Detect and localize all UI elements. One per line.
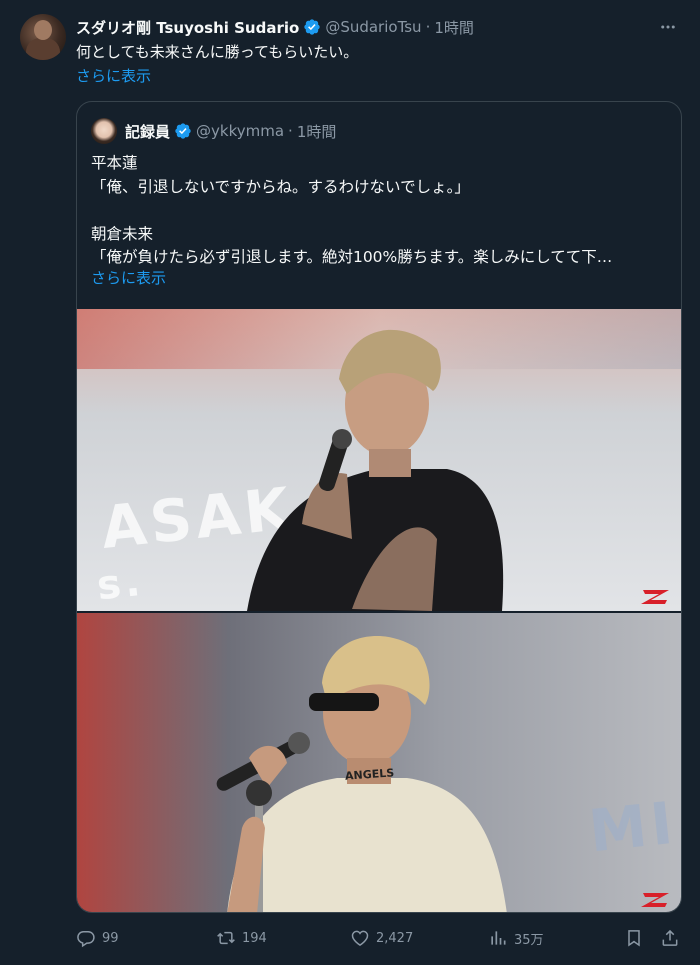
like-count: 2,427	[376, 930, 414, 946]
views-button[interactable]: 35万	[488, 928, 544, 948]
quote-header: 記録員 @ykkymma · 1時間	[125, 119, 336, 143]
repost-button[interactable]: 194	[216, 928, 267, 948]
tweet-actions: 99 194 2,427 35万	[76, 928, 680, 954]
quote-author-handle[interactable]: @ykkymma	[196, 122, 284, 140]
broadcast-logo-icon	[641, 893, 669, 907]
person-silhouette	[247, 329, 504, 611]
photo-asakura[interactable]: MI ANGELS	[77, 613, 681, 912]
quote-line: 朝倉未来	[91, 224, 154, 243]
quote-line	[91, 199, 671, 223]
author-handle[interactable]: @SudarioTsu	[325, 18, 421, 36]
person-silhouette	[216, 635, 507, 912]
quote-line: 平本蓮	[91, 154, 138, 172]
like-icon	[351, 930, 369, 946]
reply-icon	[77, 931, 95, 948]
share-icon	[662, 929, 678, 946]
quote-show-more-link[interactable]: さらに表示	[91, 267, 166, 288]
quote-text: 平本蓮 「俺、引退しないですからね。するわけないでしょ。」 朝倉未来 「俺が負け…	[91, 152, 671, 270]
tweet-text: 何としても未来さんに勝ってもらいたい。	[76, 43, 359, 61]
quoted-tweet[interactable]: 記録員 @ykkymma · 1時間 平本蓮 「俺、引退しないですからね。するわ…	[76, 101, 682, 913]
tweet[interactable]: スダリオ剛 Tsuyoshi Sudario @SudarioTsu · 1時間…	[0, 0, 700, 965]
quote-author-avatar[interactable]	[91, 118, 117, 144]
bookmark-icon	[628, 930, 640, 947]
reply-button[interactable]: 99	[76, 928, 119, 948]
verified-badge-icon	[304, 19, 320, 35]
more-icon[interactable]	[656, 15, 680, 39]
tweet-time[interactable]: 1時間	[434, 17, 474, 38]
quote-line: 「俺が負けたら必ず引退します。絶対100%勝ちます。楽しみにしてて下…	[91, 248, 613, 266]
quote-time[interactable]: 1時間	[297, 121, 337, 142]
separator-dot: ·	[425, 18, 431, 36]
views-count: 35万	[514, 932, 544, 948]
author-name[interactable]: スダリオ剛 Tsuyoshi Sudario	[76, 17, 299, 38]
reply-count: 99	[102, 930, 119, 946]
share-button[interactable]	[660, 928, 686, 948]
show-more-link[interactable]: さらに表示	[76, 65, 151, 86]
repost-icon	[217, 931, 235, 945]
separator-dot: ·	[288, 122, 293, 140]
repost-count: 194	[242, 930, 267, 946]
like-button[interactable]: 2,427	[350, 928, 413, 948]
verified-badge-icon	[175, 123, 191, 139]
tweet-header: スダリオ剛 Tsuyoshi Sudario @SudarioTsu · 1時間	[76, 15, 680, 39]
views-icon	[491, 931, 506, 945]
quote-author-name[interactable]: 記録員	[125, 121, 170, 142]
author-avatar[interactable]	[20, 14, 66, 60]
quote-line: 「俺、引退しないですからね。するわけないでしょ。」	[91, 177, 470, 196]
photo-hiramoto[interactable]: ASAK s.	[77, 309, 681, 611]
bookmark-button[interactable]	[624, 928, 650, 948]
broadcast-logo-icon	[641, 590, 669, 604]
